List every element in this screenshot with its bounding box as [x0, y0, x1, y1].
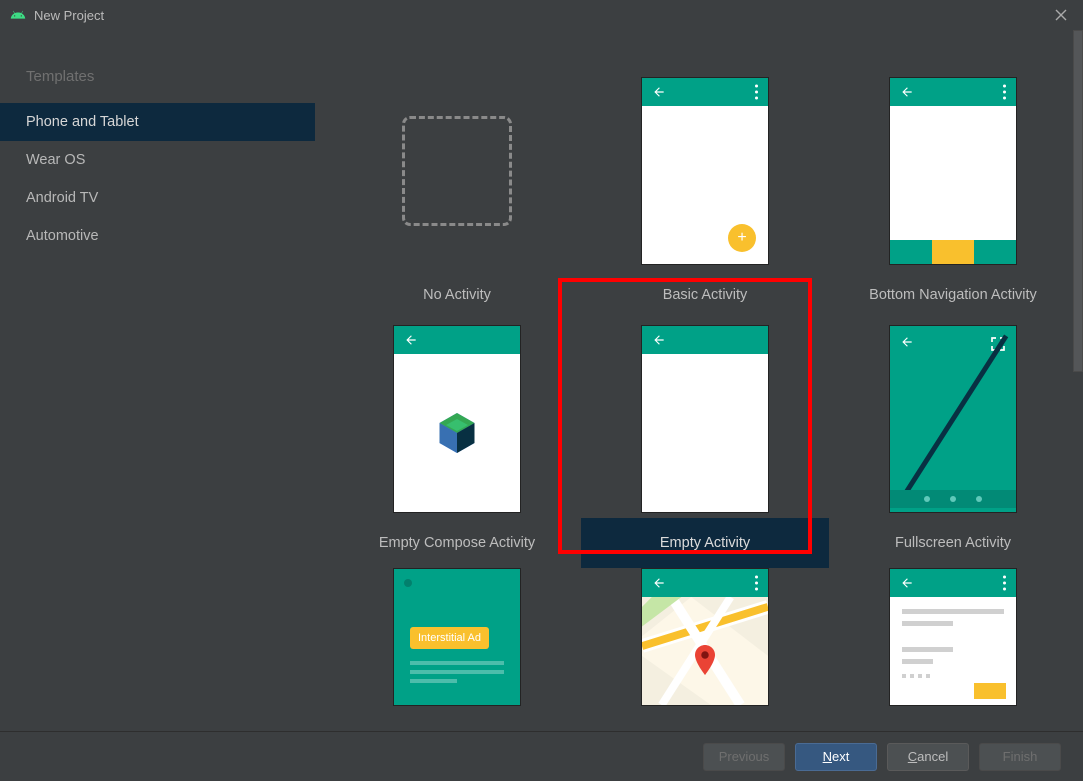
sidebar-item-wear-os[interactable]: Wear OS [0, 141, 315, 179]
template-thumbnail [581, 568, 829, 706]
overflow-menu-icon [755, 85, 758, 100]
template-label: Empty Activity [660, 535, 750, 551]
android-icon [10, 7, 26, 23]
close-button[interactable] [1049, 3, 1073, 27]
map-pin-icon [694, 645, 716, 675]
template-thumbnail [829, 72, 1073, 270]
cancel-button[interactable]: Cancel [887, 743, 969, 771]
template-grid: No Activity + [315, 30, 1073, 706]
template-label: No Activity [423, 287, 491, 303]
dialog-body: Templates Phone and Tablet Wear OS Andro… [0, 30, 1083, 731]
template-label: Bottom Navigation Activity [869, 287, 1037, 303]
template-interstitial-ad[interactable]: Interstitial Ad [333, 568, 581, 706]
template-thumbnail: + [581, 72, 829, 270]
bottom-nav-bar [890, 240, 1016, 264]
template-bottom-navigation[interactable]: Bottom Navigation Activity [829, 72, 1073, 320]
new-project-dialog: New Project Templates Phone and Tablet W… [0, 0, 1083, 781]
sidebar-item-label: Automotive [26, 228, 99, 244]
template-label: Empty Compose Activity [379, 535, 535, 551]
overflow-menu-icon [1003, 85, 1006, 100]
vertical-scrollbar[interactable] [1073, 30, 1083, 372]
template-thumbnail [829, 568, 1073, 706]
sidebar-item-label: Wear OS [26, 152, 85, 168]
back-arrow-icon [900, 85, 914, 99]
back-arrow-icon [900, 576, 914, 590]
sidebar-item-automotive[interactable]: Automotive [0, 217, 315, 255]
ad-chip: Interstitial Ad [410, 627, 489, 649]
fab-icon: + [728, 224, 756, 252]
sidebar-item-label: Android TV [26, 190, 98, 206]
template-scrolling-activity[interactable] [829, 568, 1073, 706]
template-thumbnail [333, 72, 581, 270]
diagonal-line [890, 326, 1016, 512]
next-button[interactable]: Next [795, 743, 877, 771]
overflow-menu-icon [1003, 576, 1006, 591]
template-google-maps[interactable] [581, 568, 829, 706]
overflow-menu-icon [755, 576, 758, 591]
template-label: Basic Activity [663, 287, 748, 303]
template-fullscreen-activity[interactable]: Fullscreen Activity [829, 320, 1073, 568]
back-arrow-icon [652, 333, 666, 347]
template-thumbnail [829, 320, 1073, 518]
template-empty-compose[interactable]: Empty Compose Activity [333, 320, 581, 568]
dialog-footer: Previous Next Cancel Finish [0, 731, 1083, 781]
template-gallery: No Activity + [315, 30, 1083, 731]
sidebar-header: Templates [0, 60, 315, 103]
template-thumbnail [333, 320, 581, 518]
titlebar: New Project [0, 0, 1083, 30]
close-icon [1055, 9, 1067, 21]
back-arrow-icon [652, 576, 666, 590]
sidebar-item-phone-tablet[interactable]: Phone and Tablet [0, 103, 315, 141]
previous-button[interactable]: Previous [703, 743, 785, 771]
back-arrow-icon [404, 333, 418, 347]
sidebar-item-android-tv[interactable]: Android TV [0, 179, 315, 217]
back-arrow-icon [652, 85, 666, 99]
template-label: Fullscreen Activity [895, 535, 1011, 551]
finish-button[interactable]: Finish [979, 743, 1061, 771]
template-thumbnail [581, 320, 829, 518]
window-title: New Project [34, 8, 1049, 23]
jetpack-compose-icon [432, 408, 482, 458]
template-thumbnail: Interstitial Ad [333, 568, 581, 706]
template-no-activity[interactable]: No Activity [333, 72, 581, 320]
empty-box-icon [402, 116, 512, 226]
template-basic-activity[interactable]: + Basic Activity [581, 72, 829, 320]
sidebar-item-label: Phone and Tablet [26, 114, 139, 130]
map-preview [642, 597, 768, 705]
sidebar: Templates Phone and Tablet Wear OS Andro… [0, 30, 315, 731]
nav-bar [890, 490, 1016, 508]
template-scroll-area[interactable]: No Activity + [315, 30, 1073, 731]
template-empty-activity[interactable]: Empty Activity [581, 320, 829, 568]
